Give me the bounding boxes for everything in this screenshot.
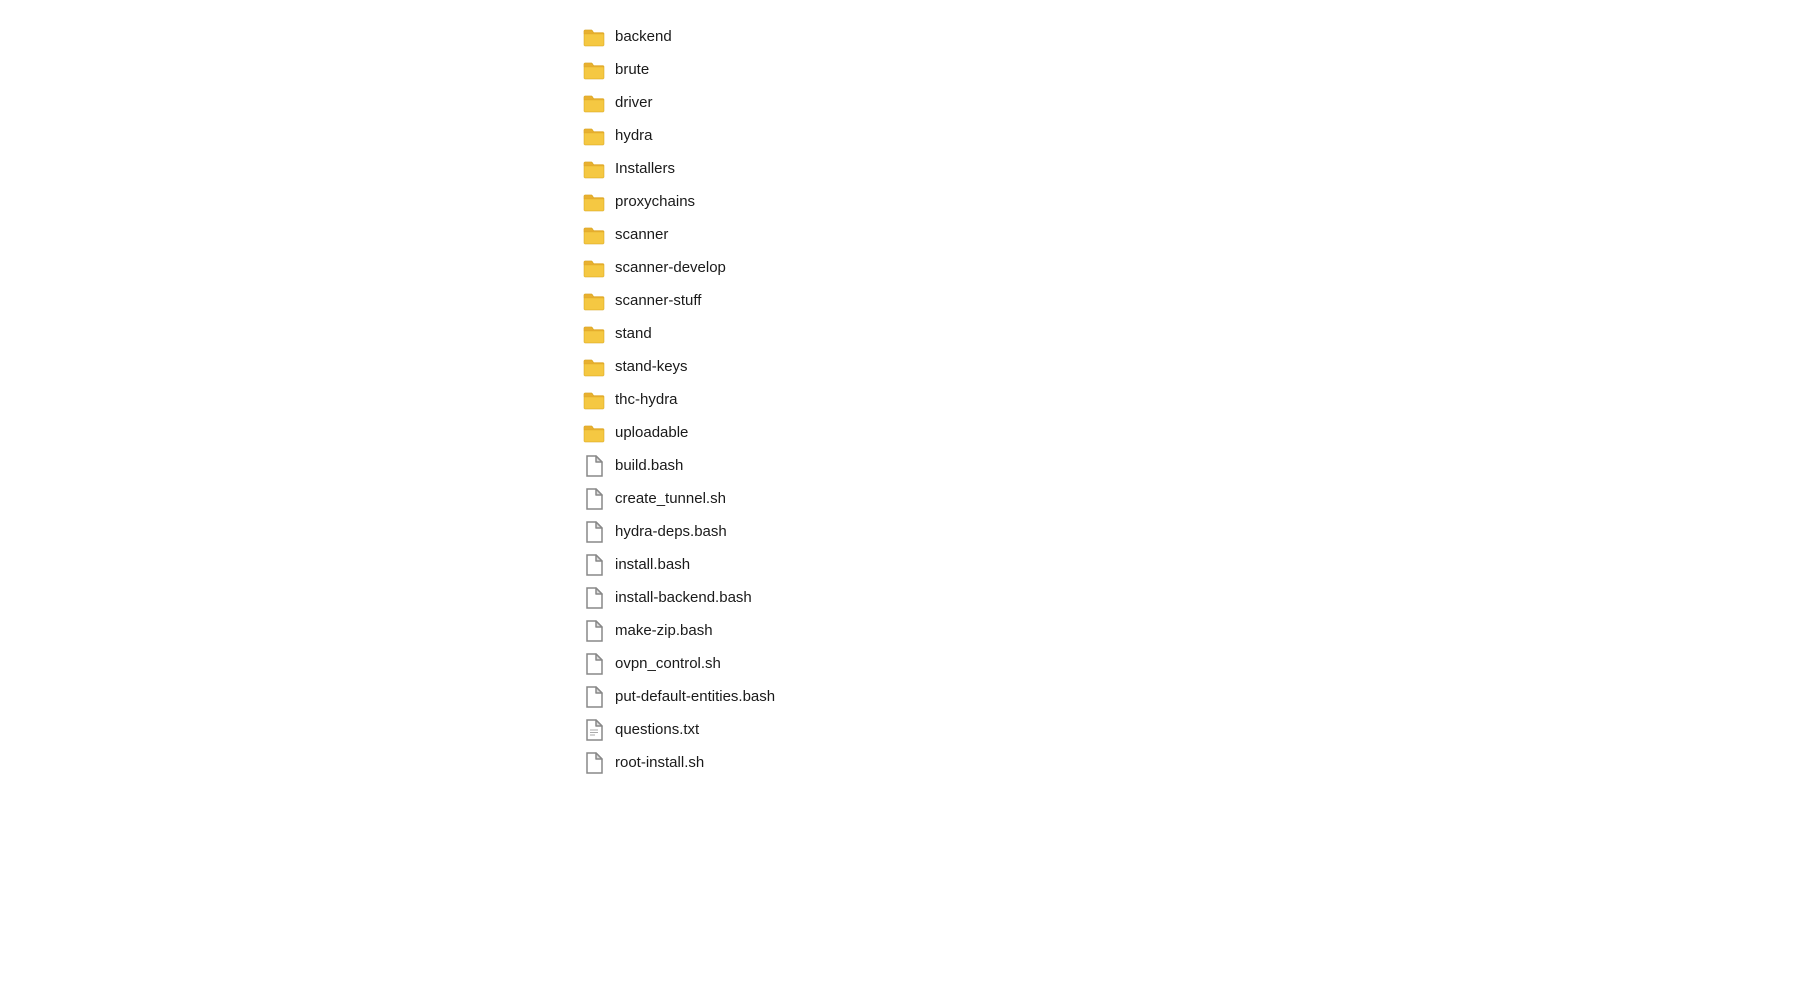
file-name: brute (615, 61, 649, 78)
file-name: scanner-develop (615, 259, 726, 276)
list-item[interactable]: uploadable (575, 416, 1800, 449)
file-name: ovpn_control.sh (615, 655, 721, 672)
file-name: install-backend.bash (615, 589, 752, 606)
file-icon (583, 554, 605, 576)
list-item[interactable]: hydra (575, 119, 1800, 152)
list-item[interactable]: scanner-stuff (575, 284, 1800, 317)
file-name: scanner (615, 226, 668, 243)
list-item[interactable]: thc-hydra (575, 383, 1800, 416)
list-item[interactable]: proxychains (575, 185, 1800, 218)
folder-icon (583, 191, 605, 213)
file-icon (583, 587, 605, 609)
folder-icon (583, 158, 605, 180)
list-item[interactable]: ovpn_control.sh (575, 647, 1800, 680)
list-item[interactable]: backend (575, 20, 1800, 53)
file-name: backend (615, 28, 672, 45)
file-name: proxychains (615, 193, 695, 210)
folder-icon (583, 290, 605, 312)
list-item[interactable]: install-backend.bash (575, 581, 1800, 614)
file-name: uploadable (615, 424, 688, 441)
file-list: backend brute driver hydra Installers pr… (0, 0, 1800, 799)
file-icon (583, 620, 605, 642)
file-name: put-default-entities.bash (615, 688, 775, 705)
file-name: build.bash (615, 457, 683, 474)
file-name: scanner-stuff (615, 292, 701, 309)
list-item[interactable]: install.bash (575, 548, 1800, 581)
file-name: hydra-deps.bash (615, 523, 727, 540)
list-item[interactable]: questions.txt (575, 713, 1800, 746)
list-item[interactable]: make-zip.bash (575, 614, 1800, 647)
folder-icon (583, 257, 605, 279)
file-icon (583, 521, 605, 543)
file-name: install.bash (615, 556, 690, 573)
file-name: driver (615, 94, 653, 111)
list-item[interactable]: put-default-entities.bash (575, 680, 1800, 713)
file-name: thc-hydra (615, 391, 678, 408)
file-name: create_tunnel.sh (615, 490, 726, 507)
file-icon (583, 752, 605, 774)
file-icon (583, 686, 605, 708)
folder-icon (583, 422, 605, 444)
file-icon (583, 455, 605, 477)
file-name: stand-keys (615, 358, 688, 375)
list-item[interactable]: brute (575, 53, 1800, 86)
folder-icon (583, 389, 605, 411)
file-name: hydra (615, 127, 653, 144)
list-item[interactable]: root-install.sh (575, 746, 1800, 779)
file-name: questions.txt (615, 721, 699, 738)
list-item[interactable]: scanner-develop (575, 251, 1800, 284)
file-icon (583, 488, 605, 510)
list-item[interactable]: hydra-deps.bash (575, 515, 1800, 548)
file-name: make-zip.bash (615, 622, 713, 639)
folder-icon (583, 356, 605, 378)
text-file-icon (583, 719, 605, 741)
file-icon (583, 653, 605, 675)
list-item[interactable]: driver (575, 86, 1800, 119)
folder-icon (583, 323, 605, 345)
file-name: root-install.sh (615, 754, 704, 771)
list-item[interactable]: scanner (575, 218, 1800, 251)
list-item[interactable]: Installers (575, 152, 1800, 185)
file-name: Installers (615, 160, 675, 177)
folder-icon (583, 59, 605, 81)
folder-icon (583, 125, 605, 147)
list-item[interactable]: build.bash (575, 449, 1800, 482)
list-item[interactable]: stand-keys (575, 350, 1800, 383)
folder-icon (583, 224, 605, 246)
list-item[interactable]: create_tunnel.sh (575, 482, 1800, 515)
list-item[interactable]: stand (575, 317, 1800, 350)
file-name: stand (615, 325, 652, 342)
folder-icon (583, 26, 605, 48)
folder-icon (583, 92, 605, 114)
